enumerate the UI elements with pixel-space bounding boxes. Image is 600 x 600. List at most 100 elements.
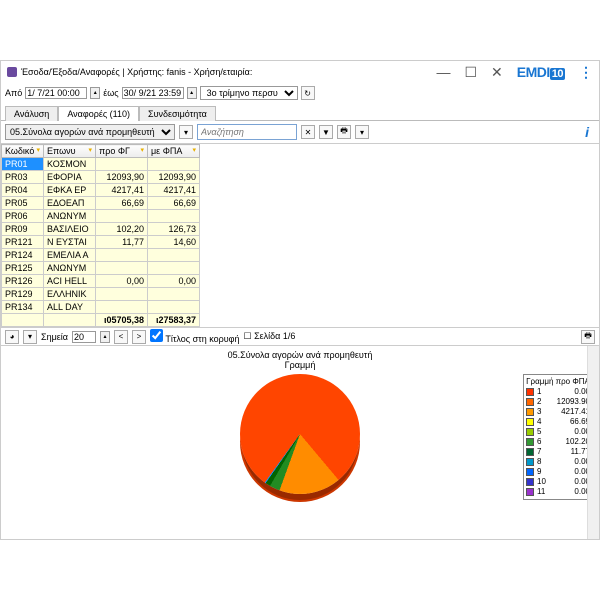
cell-code[interactable]: PR05 — [2, 197, 44, 210]
filter-funnel-icon[interactable]: ▾ — [140, 146, 144, 154]
points-input[interactable] — [72, 331, 96, 343]
col-pre-vat[interactable]: προ ΦΓ▾ — [96, 145, 148, 158]
cell-name[interactable]: ΕΛΛΗΝΙΚ — [44, 288, 96, 301]
cell-code[interactable]: PR134 — [2, 301, 44, 314]
points-spinner[interactable]: ▴ — [100, 331, 110, 343]
cell-pre[interactable]: 11,77 — [96, 236, 148, 249]
search-input[interactable] — [197, 124, 297, 140]
chart-type-icon[interactable]: ◕ — [5, 330, 19, 344]
filter-funnel-icon[interactable]: ▾ — [192, 146, 196, 154]
cell-code[interactable]: PR121 — [2, 236, 44, 249]
table-row[interactable]: PR01ΚΟΣΜΟΝ — [2, 158, 200, 171]
filter-funnel-icon[interactable]: ▾ — [36, 146, 40, 154]
to-date-spinner[interactable]: ▴ — [187, 87, 197, 99]
prev-page-icon[interactable]: < — [114, 330, 128, 344]
close-button[interactable]: ✕ — [491, 64, 503, 81]
cell-name[interactable]: Ν ΕΥΣΤΑΙ — [44, 236, 96, 249]
cell-pre[interactable]: 0,00 — [96, 275, 148, 288]
info-icon[interactable]: i — [585, 124, 595, 140]
cell-code[interactable]: PR125 — [2, 262, 44, 275]
from-date-input[interactable] — [25, 87, 87, 99]
table-row[interactable]: PR129ΕΛΛΗΝΙΚ — [2, 288, 200, 301]
cell-post[interactable] — [148, 210, 200, 223]
next-page-icon[interactable]: > — [132, 330, 146, 344]
print-icon[interactable]: 🖶 — [337, 125, 351, 139]
cell-post[interactable]: 12093,90 — [148, 171, 200, 184]
cell-pre[interactable]: 102,20 — [96, 223, 148, 236]
cell-post[interactable] — [148, 249, 200, 262]
cell-name[interactable]: ΕΔΟΕΑΠ — [44, 197, 96, 210]
legend-item: 34217.41 — [526, 407, 590, 417]
col-name[interactable]: Επωνυ▾ — [44, 145, 96, 158]
cell-pre[interactable] — [96, 210, 148, 223]
tab-analysis[interactable]: Ανάλυση — [5, 106, 58, 121]
from-date-spinner[interactable]: ▴ — [90, 87, 100, 99]
cell-post[interactable]: 14,60 — [148, 236, 200, 249]
cell-pre[interactable] — [96, 288, 148, 301]
period-select[interactable]: 3ο τρίμηνο περσυ — [200, 86, 298, 100]
cell-post[interactable]: 4217,41 — [148, 184, 200, 197]
cell-post[interactable] — [148, 158, 200, 171]
table-row[interactable]: PR04ΕΦΚΑ ΕΡ4217,414217,41 — [2, 184, 200, 197]
cell-name[interactable]: ACI HELL — [44, 275, 96, 288]
to-date-input[interactable] — [122, 87, 184, 99]
cell-pre[interactable] — [96, 301, 148, 314]
cell-name[interactable]: ALL DAY — [44, 301, 96, 314]
cell-name[interactable]: ΕΦΟΡΙΑ — [44, 171, 96, 184]
filter-icon[interactable]: ▼ — [319, 125, 333, 139]
cell-code[interactable]: PR129 — [2, 288, 44, 301]
table-row[interactable]: PR121Ν ΕΥΣΤΑΙ11,7714,60 — [2, 236, 200, 249]
print-dropdown-icon[interactable]: ▾ — [355, 125, 369, 139]
cell-post[interactable]: 126,73 — [148, 223, 200, 236]
clear-search-icon[interactable]: ✕ — [301, 125, 315, 139]
filter-funnel-icon[interactable]: ▾ — [88, 146, 92, 154]
cell-pre[interactable] — [96, 249, 148, 262]
cell-pre[interactable] — [96, 262, 148, 275]
table-row[interactable]: PR05ΕΔΟΕΑΠ66,6966,69 — [2, 197, 200, 210]
cell-post[interactable] — [148, 262, 200, 275]
cell-name[interactable]: ΕΜΕΛΙΑ Α — [44, 249, 96, 262]
table-row[interactable]: PR124ΕΜΕΛΙΑ Α — [2, 249, 200, 262]
cell-post[interactable] — [148, 288, 200, 301]
cell-code[interactable]: PR126 — [2, 275, 44, 288]
tab-reports[interactable]: Αναφορές (110) — [58, 106, 139, 121]
table-row[interactable]: PR126ACI HELL0,000,00 — [2, 275, 200, 288]
table-row[interactable]: PR03ΕΦΟΡΙΑ12093,9012093,90 — [2, 171, 200, 184]
title-top-checkbox[interactable]: Τίτλος στη κορυφή — [150, 329, 240, 344]
cell-code[interactable]: PR03 — [2, 171, 44, 184]
menu-dots-icon[interactable]: ⋮ — [579, 64, 593, 81]
minimize-button[interactable]: — — [436, 64, 450, 80]
refresh-icon[interactable]: ↻ — [301, 86, 315, 100]
table-row[interactable]: PR134ALL DAY — [2, 301, 200, 314]
report-select[interactable]: 05.Σύνολα αγορών ανά προμηθευτή — [5, 124, 175, 140]
maximize-button[interactable]: ☐ — [464, 64, 477, 81]
cell-pre[interactable]: 66,69 — [96, 197, 148, 210]
cell-code[interactable]: PR06 — [2, 210, 44, 223]
cell-name[interactable]: ΕΦΚΑ ΕΡ — [44, 184, 96, 197]
table-row[interactable]: PR09ΒΑΣΙΛΕΙΟ102,20126,73 — [2, 223, 200, 236]
cell-code[interactable]: PR04 — [2, 184, 44, 197]
cell-post[interactable] — [148, 301, 200, 314]
cell-name[interactable]: ΑΝΩΝΥΜ — [44, 262, 96, 275]
cell-pre[interactable]: 4217,41 — [96, 184, 148, 197]
tab-connectivity[interactable]: Συνδεσιμότητα — [139, 106, 216, 121]
cell-name[interactable]: ΚΟΣΜΟΝ — [44, 158, 96, 171]
cell-pre[interactable]: 12093,90 — [96, 171, 148, 184]
col-code[interactable]: Κωδικό▾ — [2, 145, 44, 158]
chart-print-icon[interactable]: 🖶 — [581, 330, 595, 344]
cell-code[interactable]: PR09 — [2, 223, 44, 236]
cell-name[interactable]: ΑΝΩΝΥΜ — [44, 210, 96, 223]
cell-post[interactable]: 0,00 — [148, 275, 200, 288]
cell-code[interactable]: PR01 — [2, 158, 44, 171]
vertical-scrollbar[interactable] — [587, 346, 599, 539]
legend-item: 6102.20 — [526, 437, 590, 447]
cell-code[interactable]: PR124 — [2, 249, 44, 262]
report-dropdown-icon[interactable]: ▾ — [179, 125, 193, 139]
cell-name[interactable]: ΒΑΣΙΛΕΙΟ — [44, 223, 96, 236]
chart-dropdown-icon[interactable]: ▾ — [23, 330, 37, 344]
table-row[interactable]: PR06ΑΝΩΝΥΜ — [2, 210, 200, 223]
cell-post[interactable]: 66,69 — [148, 197, 200, 210]
col-with-vat[interactable]: με ΦΠΑ▾ — [148, 145, 200, 158]
cell-pre[interactable] — [96, 158, 148, 171]
table-row[interactable]: PR125ΑΝΩΝΥΜ — [2, 262, 200, 275]
